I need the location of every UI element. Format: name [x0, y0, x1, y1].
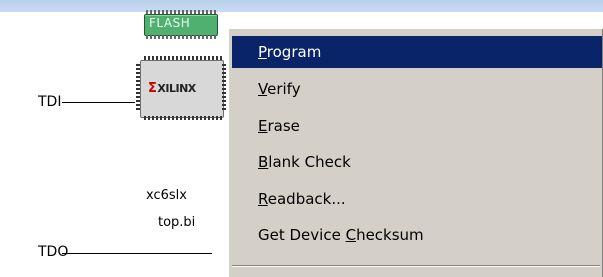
- menu-item-checksum-label: Get Device Checksum: [258, 219, 424, 251]
- flash-chip-icon[interactable]: FLASH: [140, 9, 224, 39]
- fpga-pins-bottom: [144, 116, 222, 120]
- checksum-prefix: Get Device: [258, 226, 346, 244]
- checksum-suffix: hecksum: [356, 226, 424, 244]
- device-bit-file: top.bi: [158, 215, 196, 230]
- xilinx-sigma-icon: Σ: [148, 81, 157, 96]
- menu-item-program-label: Program: [258, 36, 321, 68]
- program-accel: P: [258, 43, 267, 61]
- device-part-name: xc6slx: [146, 188, 187, 203]
- menu-separator: [232, 265, 600, 267]
- tdo-wire: [62, 253, 212, 254]
- tdi-wire: [62, 102, 135, 103]
- tdi-label: TDI: [38, 94, 62, 110]
- menu-item-verify-label: Verify: [258, 73, 301, 105]
- fpga-pins-right: [222, 64, 226, 112]
- readback-accel: R: [258, 190, 268, 208]
- xilinx-logo-text: XILINX: [157, 82, 196, 95]
- flash-pins-bottom: [146, 35, 216, 39]
- verify-accel: V: [258, 80, 268, 98]
- menu-item-erase[interactable]: Erase: [232, 110, 602, 142]
- xilinx-logo-icon: ΣXILINX: [148, 81, 196, 96]
- blank-check-suffix: lank Check: [268, 153, 351, 171]
- tdo-label: TDO: [38, 244, 69, 260]
- context-menu: Program Verify Erase Blank Check Readbac…: [228, 28, 603, 277]
- menu-item-blank-check-label: Blank Check: [258, 146, 351, 178]
- verify-suffix: erify: [267, 80, 301, 98]
- readback-suffix: eadback...: [267, 190, 346, 208]
- menu-item-readback-label: Readback...: [258, 183, 346, 215]
- menu-item-program[interactable]: Program: [232, 36, 602, 68]
- fpga-chip-icon[interactable]: ΣXILINX: [136, 56, 226, 120]
- menu-item-blank-check[interactable]: Blank Check: [232, 146, 602, 178]
- menu-item-readback[interactable]: Readback...: [232, 183, 602, 215]
- menu-item-get-device-checksum[interactable]: Get Device Checksum: [232, 219, 602, 251]
- window-top-band: [0, 0, 603, 12]
- checksum-accel: C: [345, 226, 357, 244]
- menu-item-verify[interactable]: Verify: [232, 73, 602, 105]
- flash-chip-label: FLASH: [149, 16, 191, 30]
- blank-check-accel: B: [258, 153, 269, 171]
- erase-suffix: rase: [267, 117, 300, 135]
- menu-item-erase-label: Erase: [258, 110, 300, 142]
- program-suffix: rogram: [266, 43, 322, 61]
